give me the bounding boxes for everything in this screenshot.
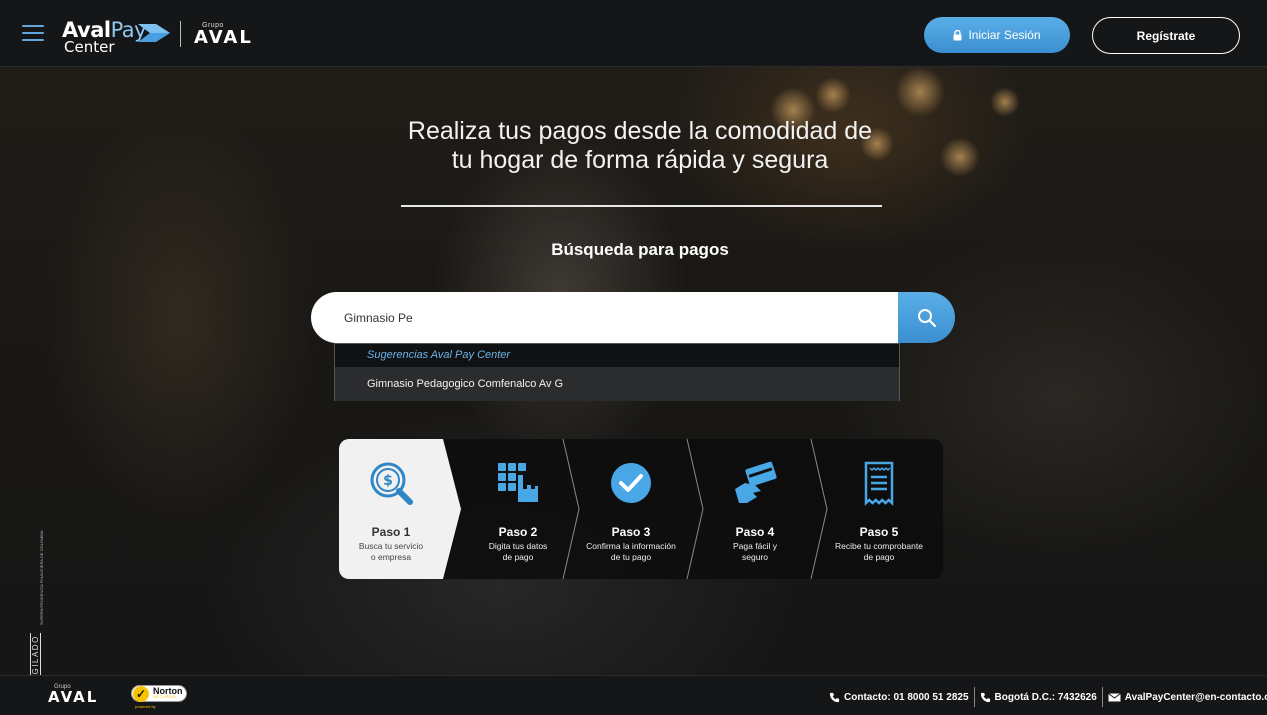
step-title: Paso 5 <box>859 525 899 539</box>
headline-line-1: Realiza tus pagos desde la comodidad de <box>407 117 873 145</box>
receipt-icon <box>864 461 894 506</box>
vigilado-label: VIGILADO <box>30 633 41 675</box>
step-title: Paso 3 <box>611 525 651 539</box>
login-label: Iniciar Sesión <box>968 28 1041 42</box>
step-title: Paso 1 <box>371 525 411 539</box>
step-desc-line: Busca tu servicio <box>358 541 424 551</box>
step-desc-line: de pago <box>863 552 895 562</box>
suggestions-dropdown: Sugerencias Aval Pay Center Gimnasio Ped… <box>334 343 900 401</box>
norton-check-icon: ✓ <box>133 686 149 702</box>
search-title: Búsqueda para pagos <box>551 240 729 259</box>
grupo-aval-logo: Grupo AVAL <box>194 22 253 48</box>
footer-aval-text: AVAL <box>48 688 99 706</box>
phone-icon <box>980 692 990 702</box>
step-description: Recibe tu comprobante de pago <box>820 541 938 563</box>
vigilado-seal: VIGILADO SUPERINTENDENCIA FINANCIERA DE … <box>30 530 50 675</box>
step-desc-line: Confirma la información <box>586 541 676 551</box>
phone-icon <box>829 692 840 702</box>
search-icon <box>917 308 936 327</box>
register-label: Regístrate <box>1136 28 1196 43</box>
search-input[interactable] <box>311 292 911 343</box>
keypad-hand-icon <box>498 463 538 502</box>
contact-email[interactable]: AvalPayCenter@en-contacto.co <box>1107 691 1267 703</box>
contact-email-text: AvalPayCenter@en-contacto.co <box>1124 691 1267 703</box>
step-3: Paso 3 Confirma la información de tu pag… <box>572 439 690 579</box>
norton-secured-badge[interactable]: ✓ Norton SECURED powered by <box>131 685 189 711</box>
headline-line-2: tu hogar de forma rápida y segura <box>451 146 829 174</box>
footer-grupo-aval-logo[interactable]: Grupo AVAL <box>48 684 98 706</box>
norton-secured-text: SECURED <box>153 694 177 699</box>
step-desc-line: Recibe tu comprobante <box>835 541 923 551</box>
step-title: Paso 4 <box>735 525 775 539</box>
search-button[interactable] <box>898 292 955 343</box>
step-desc-line: o empresa <box>370 552 412 562</box>
hero-section: Realiza tus pagos desde la comodidad de … <box>0 67 1267 675</box>
top-header: AvalPay Center Grupo AVAL Iniciar Sesión… <box>0 0 1267 67</box>
step-desc-line: de pago <box>502 552 534 562</box>
hamburger-menu-icon[interactable] <box>22 25 44 43</box>
step-desc-line: Digita tus datos <box>488 541 548 551</box>
headline-divider <box>401 205 882 207</box>
footer-contacts: Contacto: 01 8000 51 2825 Bogotá D.C.: 7… <box>829 687 1267 707</box>
lock-icon <box>953 29 962 40</box>
login-button[interactable]: Iniciar Sesión <box>924 17 1070 53</box>
step-4: Paso 4 Paga fácil y seguro <box>696 439 814 579</box>
step-5: Paso 5 Recibe tu comprobante de pago <box>820 439 938 579</box>
step-desc-line: Paga fácil y <box>733 541 777 551</box>
contact-divider <box>973 687 975 707</box>
payment-steps-panel: $ Paso 1 Busca tu servicio o empresa Pas… <box>339 439 943 579</box>
step-desc-line: de tu pago <box>610 552 652 562</box>
contact-divider <box>1101 687 1103 707</box>
card-hand-icon <box>735 461 777 503</box>
contact-bogota-text: Bogotá D.C.: 7432626 <box>994 691 1097 703</box>
suggestion-item[interactable]: Gimnasio Pedagogico Comfenalco Av G <box>335 367 899 401</box>
step-description: Busca tu servicio o empresa <box>339 541 443 563</box>
step-2: Paso 2 Digita tus datos de pago <box>459 439 577 579</box>
suggestions-header: Sugerencias Aval Pay Center <box>335 344 899 367</box>
step-desc-line: seguro <box>742 552 768 562</box>
contact-phone[interactable]: Contacto: 01 8000 51 2825 <box>829 692 969 703</box>
check-circle-icon <box>611 463 651 503</box>
superfinanciera-text: SUPERINTENDENCIA FINANCIERA DE COLOMBIA <box>39 530 44 625</box>
svg-text:$: $ <box>383 473 393 489</box>
step-1: $ Paso 1 Busca tu servicio o empresa <box>339 439 443 579</box>
step-title: Paso 2 <box>498 525 538 539</box>
search-dollar-icon: $ <box>370 462 413 505</box>
register-button[interactable]: Regístrate <box>1092 17 1240 54</box>
aval-brand-text: AVAL <box>194 27 253 48</box>
mail-icon <box>1107 692 1121 701</box>
footer: Grupo AVAL ✓ Norton SECURED powered by C… <box>0 675 1267 715</box>
contact-main-text: Contacto: 01 8000 51 2825 <box>844 691 969 703</box>
contact-bogota[interactable]: Bogotá D.C.: 7432626 <box>980 692 1097 703</box>
logo-arrow-icon <box>138 24 170 42</box>
logo-center-text: Center <box>64 38 115 56</box>
search-bar <box>311 292 955 343</box>
step-description: Confirma la información de tu pago <box>572 541 690 563</box>
step-description: Paga fácil y seguro <box>696 541 814 563</box>
norton-powered-text: powered by <box>135 704 156 709</box>
hero-headline: Realiza tus pagos desde la comodidad de … <box>340 117 940 175</box>
header-divider <box>180 21 181 47</box>
avalpay-center-logo[interactable]: AvalPay Center <box>62 20 147 56</box>
step-description: Digita tus datos de pago <box>459 541 577 563</box>
